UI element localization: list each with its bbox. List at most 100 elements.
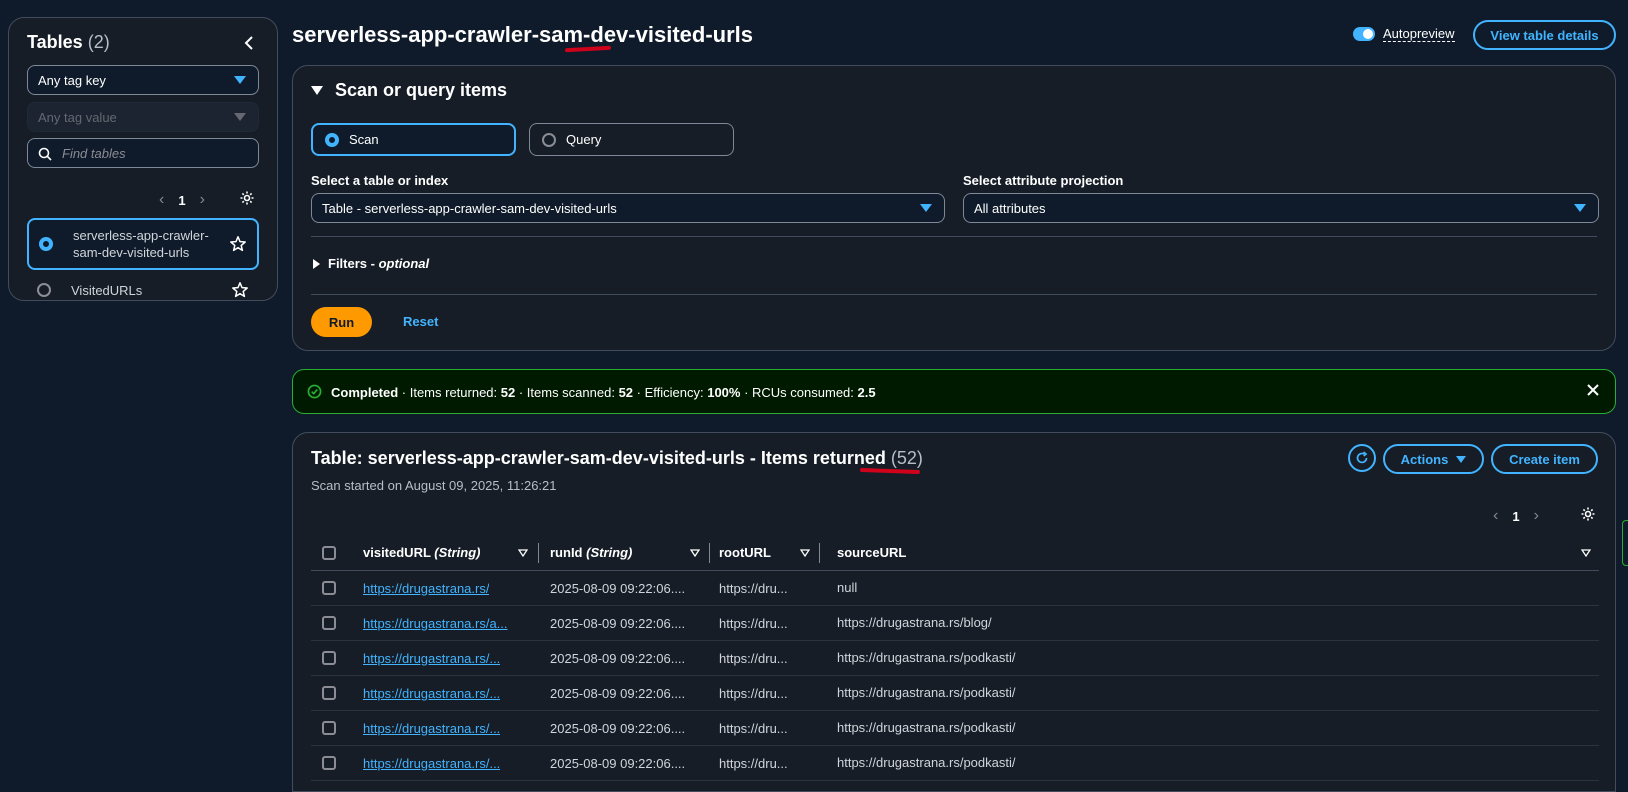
results-pagination: ‹ 1 › bbox=[1493, 507, 1539, 525]
refresh-button[interactable] bbox=[1348, 444, 1376, 472]
results-count: (52) bbox=[890, 448, 923, 468]
visitedURL-link[interactable]: https://drugastrana.rs/... bbox=[363, 756, 500, 771]
query-mode-tile[interactable]: Query bbox=[529, 123, 734, 156]
create-item-button[interactable]: Create item bbox=[1491, 444, 1598, 474]
row-checkbox[interactable] bbox=[322, 651, 336, 666]
table-row[interactable]: https://drugastrana.rs/... 2025-08-09 09… bbox=[311, 710, 1599, 746]
table-row[interactable]: https://drugastrana.rs/... 2025-08-09 09… bbox=[311, 640, 1599, 676]
table-row[interactable]: https://drugastrana.rs/... 2025-08-09 09… bbox=[311, 675, 1599, 711]
caret-down-icon bbox=[1456, 455, 1467, 463]
gear-icon[interactable] bbox=[239, 190, 255, 206]
runId-cell: 2025-08-09 09:22:06.... bbox=[550, 640, 719, 676]
column-resizer[interactable] bbox=[538, 543, 539, 563]
divider bbox=[311, 294, 1597, 295]
table-row[interactable]: https://drugastrana.rs/ 2025-08-09 09:22… bbox=[311, 570, 1599, 606]
rootURL-cell: https://dru... bbox=[719, 570, 837, 606]
row-checkbox[interactable] bbox=[322, 581, 336, 596]
column-header-rootURL[interactable]: rootURL bbox=[719, 535, 837, 571]
items-table: visitedURL (String) runId (String) rootU… bbox=[311, 535, 1599, 781]
autopreview-toggle[interactable]: Autopreview bbox=[1353, 26, 1455, 42]
table-index-select[interactable]: Table - serverless-app-crawler-sam-dev-v… bbox=[311, 193, 945, 223]
sidebar-title: Tables (2) bbox=[27, 32, 110, 53]
column-header-runId[interactable]: runId (String) bbox=[550, 535, 719, 571]
runId-value: 2025-08-09 09:22:06.... bbox=[550, 580, 686, 596]
query-mode-label: Query bbox=[566, 132, 602, 147]
rootURL-value: https://dru... bbox=[719, 685, 788, 701]
view-table-details-button[interactable]: View table details bbox=[1473, 20, 1616, 50]
sort-icon[interactable] bbox=[1581, 549, 1591, 557]
column-name: runId bbox=[550, 544, 583, 560]
visitedURL-link[interactable]: https://drugastrana.rs/... bbox=[363, 651, 500, 666]
sort-icon[interactable] bbox=[800, 549, 810, 557]
column-header-sourceURL[interactable]: sourceURL bbox=[837, 535, 1599, 571]
chevron-right-icon[interactable]: › bbox=[200, 191, 205, 209]
row-checkbox[interactable] bbox=[322, 616, 336, 631]
sort-icon[interactable] bbox=[518, 549, 528, 557]
page-number[interactable]: 1 bbox=[1512, 509, 1519, 524]
sourceURL-value: https://drugastrana.rs/podkasti/ bbox=[837, 720, 1016, 735]
gear-icon[interactable] bbox=[1580, 506, 1596, 522]
run-button[interactable]: Run bbox=[311, 307, 372, 337]
table-name: VisitedURLs bbox=[71, 282, 143, 298]
caret-down-icon bbox=[234, 76, 246, 84]
row-checkbox[interactable] bbox=[322, 756, 336, 771]
table-list-item[interactable]: serverless-app-crawler-sam-dev-visited-u… bbox=[27, 218, 259, 270]
table-index-label: Select a table or index bbox=[311, 173, 449, 188]
projection-label: Select attribute projection bbox=[963, 173, 1124, 188]
toggle-switch[interactable] bbox=[1353, 27, 1375, 41]
banner-status: Completed bbox=[331, 385, 399, 400]
reset-button[interactable]: Reset bbox=[403, 314, 438, 329]
close-icon[interactable] bbox=[1585, 382, 1601, 398]
select-all-checkbox[interactable] bbox=[322, 546, 336, 561]
visitedURL-cell: https://drugastrana.rs/ bbox=[363, 570, 550, 606]
scan-query-header[interactable]: Scan or query items bbox=[311, 80, 507, 101]
visitedURL-link[interactable]: https://drugastrana.rs/... bbox=[363, 686, 500, 701]
sourceURL-cell: https://drugastrana.rs/podkasti/ bbox=[837, 710, 1599, 746]
star-icon[interactable] bbox=[229, 235, 247, 253]
radio-unselected[interactable] bbox=[542, 132, 556, 147]
rootURL-value: https://dru... bbox=[719, 720, 788, 736]
column-resizer[interactable] bbox=[709, 543, 710, 563]
visitedURL-cell: https://drugastrana.rs/a... bbox=[363, 605, 550, 641]
divider bbox=[311, 236, 1597, 237]
rootURL-cell: https://dru... bbox=[719, 745, 837, 781]
runId-cell: 2025-08-09 09:22:06.... bbox=[550, 605, 719, 641]
filters-expander[interactable]: Filters - optional bbox=[313, 256, 429, 271]
find-tables-input[interactable] bbox=[60, 143, 250, 163]
chevron-left-icon[interactable]: ‹ bbox=[1493, 507, 1498, 525]
actions-label: Actions bbox=[1400, 451, 1449, 467]
tag-value-select: Any tag value bbox=[27, 102, 259, 132]
radio-selected[interactable] bbox=[325, 132, 339, 147]
find-tables-field[interactable] bbox=[27, 138, 259, 168]
row-checkbox[interactable] bbox=[322, 686, 336, 701]
sourceURL-value: https://drugastrana.rs/podkasti/ bbox=[837, 755, 1016, 770]
attribute-projection-select[interactable]: All attributes bbox=[963, 193, 1599, 223]
chevron-left-icon[interactable]: ‹ bbox=[159, 191, 164, 209]
page-number[interactable]: 1 bbox=[178, 193, 185, 208]
column-type: (String) bbox=[586, 544, 633, 560]
side-panel-edge[interactable] bbox=[1622, 520, 1628, 566]
star-icon[interactable] bbox=[231, 281, 249, 299]
radio-unselected[interactable] bbox=[37, 283, 51, 297]
visitedURL-link[interactable]: https://drugastrana.rs/... bbox=[363, 721, 500, 736]
column-resizer[interactable] bbox=[819, 543, 820, 563]
sort-icon[interactable] bbox=[690, 549, 700, 557]
chevron-left-icon[interactable] bbox=[241, 34, 259, 52]
actions-button[interactable]: Actions bbox=[1383, 444, 1484, 474]
tag-key-select[interactable]: Any tag key bbox=[27, 65, 259, 95]
visitedURL-link[interactable]: https://drugastrana.rs/ bbox=[363, 581, 489, 596]
table-row[interactable]: https://drugastrana.rs/... 2025-08-09 09… bbox=[311, 745, 1599, 781]
results-title: Table: serverless-app-crawler-sam-dev-vi… bbox=[311, 448, 923, 469]
tag-value-placeholder: Any tag value bbox=[38, 110, 117, 125]
chevron-right-icon[interactable]: › bbox=[1534, 507, 1539, 525]
table-row[interactable]: https://drugastrana.rs/a... 2025-08-09 0… bbox=[311, 605, 1599, 641]
table-list-item[interactable]: VisitedURLs bbox=[27, 276, 259, 304]
row-checkbox[interactable] bbox=[322, 721, 336, 736]
column-header-visitedURL[interactable]: visitedURL (String) bbox=[363, 535, 550, 571]
radio-selected[interactable] bbox=[39, 237, 53, 251]
runId-cell: 2025-08-09 09:22:06.... bbox=[550, 570, 719, 606]
sourceURL-value: https://drugastrana.rs/blog/ bbox=[837, 615, 992, 630]
annotation-underline bbox=[859, 467, 921, 475]
visitedURL-link[interactable]: https://drugastrana.rs/a... bbox=[363, 616, 508, 631]
scan-mode-tile[interactable]: Scan bbox=[311, 123, 516, 156]
